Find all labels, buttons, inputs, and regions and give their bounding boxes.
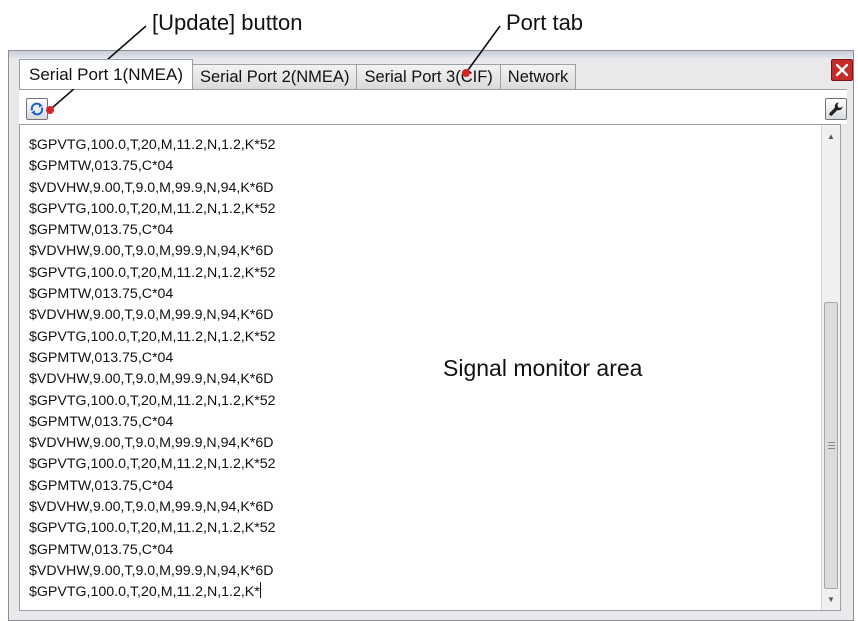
signal-line-text: $GPVTG,100.0,T,20,M,11.2,N,1.2,K*52 <box>29 264 276 281</box>
port-monitor-window: Serial Port 1(NMEA) Serial Port 2(NMEA) … <box>8 50 854 621</box>
settings-button[interactable] <box>825 98 847 120</box>
signal-line: $GPMTW,013.75,C*04 <box>29 348 276 369</box>
signal-line-text: $GPMTW,013.75,C*04 <box>29 349 174 366</box>
signal-line: $GPMTW,013.75,C*04 <box>29 284 276 305</box>
signal-line: $GPMTW,013.75,C*04 <box>29 156 276 177</box>
signal-line-text: $GPMTW,013.75,C*04 <box>29 222 174 239</box>
signal-line: $GPMTW,013.75,C*04 <box>29 412 276 433</box>
signal-line: $VDVHW,9.00,T,9.0,M,99.9,N,94,K*6D <box>29 241 276 262</box>
signal-line-text: $VDVHW,9.00,T,9.0,M,99.9,N,94,K*6D <box>29 179 274 196</box>
signal-line-text: $GPVTG,100.0,T,20,M,11.2,N,1.2,K*52 <box>29 137 276 153</box>
close-button[interactable] <box>831 59 853 81</box>
signal-line-text: $GPVTG,100.0,T,20,M,11.2,N,1.2,K*52 <box>29 200 276 217</box>
signal-line: $GPMTW,013.75,C*04 <box>29 476 276 497</box>
tab-serial-port-2[interactable]: Serial Port 2(NMEA) <box>191 64 358 89</box>
signal-line: $VDVHW,9.00,T,9.0,M,99.9,N,94,K*6D <box>29 497 276 518</box>
signal-line-text: $GPMTW,013.75,C*04 <box>29 477 174 494</box>
update-button-callout: [Update] button <box>152 10 303 35</box>
signal-line: $GPVTG,100.0,T,20,M,11.2,N,1.2,K*52 <box>29 391 276 412</box>
text-caret <box>259 582 261 599</box>
signal-line: $GPMTW,013.75,C*04 <box>29 220 276 241</box>
scroll-up-arrow[interactable]: ▲ <box>822 127 840 145</box>
signal-line: $VDVHW,9.00,T,9.0,M,99.9,N,94,K*6D <box>29 433 276 454</box>
port-tab-strip: Serial Port 1(NMEA) Serial Port 2(NMEA) … <box>19 59 577 89</box>
wrench-icon <box>829 102 843 116</box>
signal-line: $VDVHW,9.00,T,9.0,M,99.9,N,94,K*6D <box>29 178 276 199</box>
signal-line: $VDVHW,9.00,T,9.0,M,99.9,N,94,K*6D <box>29 305 276 326</box>
scroll-down-arrow[interactable]: ▼ <box>822 590 840 608</box>
signal-line: $GPMTW,013.75,C*04 <box>29 540 276 561</box>
signal-line-text: $VDVHW,9.00,T,9.0,M,99.9,N,94,K*6D <box>29 371 274 388</box>
signal-line-text: $GPVTG,100.0,T,20,M,11.2,N,1.2,K*52 <box>29 392 276 409</box>
signal-line-text: $GPMTW,013.75,C*04 <box>29 541 174 558</box>
signal-line-text: $GPVTG,100.0,T,20,M,11.2,N,1.2,K* <box>29 584 260 601</box>
close-icon <box>835 63 849 77</box>
scroll-grip-icon <box>827 442 835 449</box>
signal-line-text: $GPMTW,013.75,C*04 <box>29 158 174 175</box>
signal-monitor-area[interactable]: $GPVTG,100.0,T,20,M,11.2,N,1.2,K*52 $GPMT… <box>19 124 841 611</box>
vertical-scrollbar[interactable]: ▲ ▼ <box>821 125 840 610</box>
signal-line-text: $VDVHW,9.00,T,9.0,M,99.9,N,94,K*6D <box>29 562 274 579</box>
signal-line-text: $VDVHW,9.00,T,9.0,M,99.9,N,94,K*6D <box>29 307 274 324</box>
signal-line-text: $VDVHW,9.00,T,9.0,M,99.9,N,94,K*6D <box>29 435 274 452</box>
toolbar <box>19 89 847 124</box>
tab-serial-port-3[interactable]: Serial Port 3(CIF) <box>356 64 501 89</box>
signal-line: $GPVTG,100.0,T,20,M,11.2,N,1.2,K* <box>29 582 276 603</box>
signal-line-text: $GPVTG,100.0,T,20,M,11.2,N,1.2,K*52 <box>29 520 276 537</box>
window-frame-top <box>9 51 853 58</box>
signal-line-text: $GPVTG,100.0,T,20,M,11.2,N,1.2,K*52 <box>29 456 276 473</box>
signal-line: $GPVTG,100.0,T,20,M,11.2,N,1.2,K*52 <box>29 135 276 156</box>
scroll-thumb[interactable] <box>824 302 838 589</box>
signal-line-text: $GPMTW,013.75,C*04 <box>29 413 174 430</box>
signal-monitor-callout: Signal monitor area <box>443 355 643 381</box>
signal-line-text: $VDVHW,9.00,T,9.0,M,99.9,N,94,K*6D <box>29 243 274 260</box>
signal-line: $GPVTG,100.0,T,20,M,11.2,N,1.2,K*52 <box>29 199 276 220</box>
signal-line: $GPVTG,100.0,T,20,M,11.2,N,1.2,K*52 <box>29 518 276 539</box>
signal-line-text: $GPVTG,100.0,T,20,M,11.2,N,1.2,K*52 <box>29 328 276 345</box>
signal-line: $VDVHW,9.00,T,9.0,M,99.9,N,94,K*6D <box>29 561 276 582</box>
signal-line: $VDVHW,9.00,T,9.0,M,99.9,N,94,K*6D <box>29 369 276 390</box>
update-button[interactable] <box>26 98 48 120</box>
refresh-icon <box>30 102 44 116</box>
signal-line-text: $VDVHW,9.00,T,9.0,M,99.9,N,94,K*6D <box>29 499 274 516</box>
port-tab-callout: Port tab <box>506 10 584 35</box>
signal-line: $GPVTG,100.0,T,20,M,11.2,N,1.2,K*52 <box>29 454 276 475</box>
tab-serial-port-1[interactable]: Serial Port 1(NMEA) <box>19 59 193 89</box>
signal-line: $GPVTG,100.0,T,20,M,11.2,N,1.2,K*52 <box>29 327 276 348</box>
signal-lines: $GPVTG,100.0,T,20,M,11.2,N,1.2,K*52 $GPMT… <box>29 135 276 604</box>
signal-line: $GPVTG,100.0,T,20,M,11.2,N,1.2,K*52 <box>29 263 276 284</box>
tab-network[interactable]: Network <box>499 64 577 89</box>
signal-line-text: $GPMTW,013.75,C*04 <box>29 286 174 303</box>
